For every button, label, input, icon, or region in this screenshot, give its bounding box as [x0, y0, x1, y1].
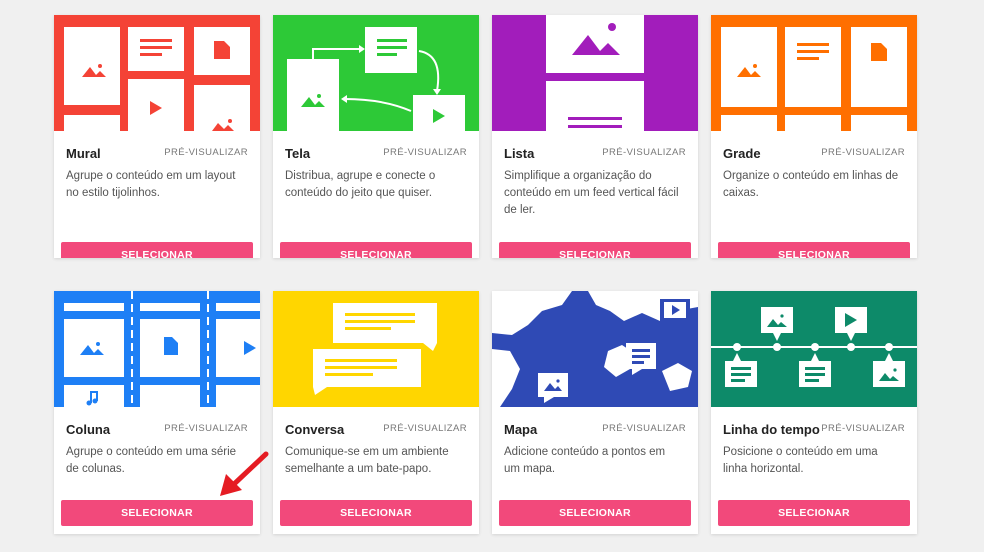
select-button[interactable]: SELECIONAR	[280, 242, 472, 258]
card-title: Tela	[285, 146, 311, 161]
card-title: Mural	[66, 146, 101, 161]
card-description: Posicione o conteúdo em uma linha horizo…	[723, 446, 878, 475]
preview-link[interactable]: PRÉ-VISUALIZAR	[164, 147, 248, 158]
lista-thumbnail	[492, 15, 698, 131]
select-button[interactable]: SELECIONAR	[718, 500, 910, 526]
card-title: Linha do tempo	[723, 422, 820, 437]
select-button[interactable]: SELECIONAR	[499, 242, 691, 258]
card-description: Adicione conteúdo a pontos em um mapa.	[504, 446, 666, 475]
card-grade: Grade PRÉ-VISUALIZAR Organize o conteúdo…	[711, 15, 917, 258]
card-description: Simplifique a organização do conteúdo em…	[504, 170, 679, 216]
coluna-thumbnail	[54, 291, 260, 407]
tela-thumbnail	[273, 15, 479, 131]
card-title: Conversa	[285, 422, 345, 437]
card-mural: Mural PRÉ-VISUALIZAR Agrupe o conteúdo e…	[54, 15, 260, 258]
preview-link[interactable]: PRÉ-VISUALIZAR	[383, 147, 467, 158]
preview-link[interactable]: PRÉ-VISUALIZAR	[164, 423, 248, 434]
card-description: Comunique-se em um ambiente semelhante a…	[285, 446, 449, 475]
preview-link[interactable]: PRÉ-VISUALIZAR	[821, 147, 905, 158]
card-description: Organize o conteúdo em linhas de caixas.	[723, 170, 899, 199]
card-title: Grade	[723, 146, 761, 161]
linha-thumbnail	[711, 291, 917, 407]
mapa-thumbnail	[492, 291, 698, 407]
preview-link[interactable]: PRÉ-VISUALIZAR	[602, 147, 686, 158]
conversa-thumbnail	[273, 291, 479, 407]
card-description: Distribua, agrupe e conecte o conteúdo d…	[285, 170, 436, 199]
select-button[interactable]: SELECIONAR	[499, 500, 691, 526]
card-mapa: Mapa PRÉ-VISUALIZAR Adicione conteúdo a …	[492, 291, 698, 534]
red-arrow-pointer	[220, 451, 269, 496]
card-description: Agrupe o conteúdo em um layout no estilo…	[66, 170, 236, 199]
mural-thumbnail	[54, 15, 260, 131]
preview-link[interactable]: PRÉ-VISUALIZAR	[602, 423, 686, 434]
preview-link[interactable]: PRÉ-VISUALIZAR	[383, 423, 467, 434]
card-title: Coluna	[66, 422, 111, 437]
card-lista: Lista PRÉ-VISUALIZAR Simplifique a organ…	[492, 15, 698, 258]
preview-link[interactable]: PRÉ-VISUALIZAR	[821, 423, 905, 434]
card-conversa: Conversa PRÉ-VISUALIZAR Comunique-se em …	[273, 291, 479, 534]
card-title: Lista	[504, 146, 535, 161]
select-button[interactable]: SELECIONAR	[718, 242, 910, 258]
card-tela: Tela PRÉ-VISUALIZAR Distribua, agrupe e …	[273, 15, 479, 258]
card-linha-do-tempo: Linha do tempo PRÉ-VISUALIZAR Posicione …	[711, 291, 917, 534]
select-button[interactable]: SELECIONAR	[61, 242, 253, 258]
grade-thumbnail	[711, 15, 917, 131]
card-title: Mapa	[504, 422, 538, 437]
select-button[interactable]: SELECIONAR	[280, 500, 472, 526]
select-button[interactable]: SELECIONAR	[61, 500, 253, 526]
